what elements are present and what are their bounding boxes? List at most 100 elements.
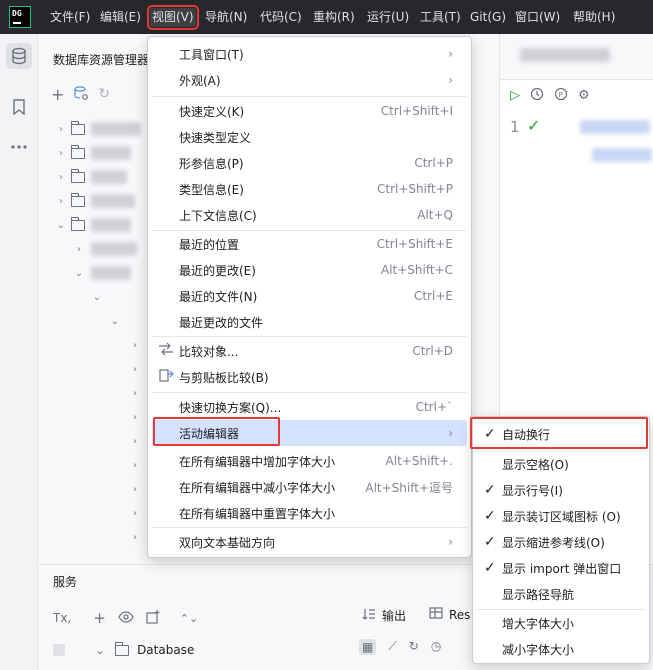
- menu-item-compare-with-clipboard[interactable]: 与剪贴板比较(B): [152, 364, 467, 390]
- tree-row[interactable]: ⌄: [73, 261, 131, 285]
- new-tab-icon[interactable]: [146, 609, 160, 627]
- menu-edit[interactable]: 编辑(E): [98, 8, 143, 27]
- tree-row[interactable]: ⌄: [109, 309, 121, 333]
- menu-item-reset-font-all[interactable]: 在所有编辑器中重置字体大小: [152, 500, 467, 526]
- menu-item-recent-locations[interactable]: 最近的位置 Ctrl+Shift+E: [152, 231, 467, 257]
- menu-tools[interactable]: 工具(T): [418, 8, 463, 27]
- database-icon[interactable]: [6, 43, 32, 69]
- menu-help[interactable]: 帮助(H): [571, 8, 617, 27]
- datagrip-logo-icon[interactable]: DG: [9, 6, 31, 28]
- tree-row[interactable]: ›: [55, 117, 141, 141]
- expand-collapse-icon[interactable]: ⌃⌄: [180, 612, 198, 625]
- tree-row[interactable]: ›: [129, 381, 141, 405]
- check-icon: ✓: [484, 508, 496, 524]
- history-icon[interactable]: [530, 87, 544, 104]
- menu-item-tool-windows[interactable]: 工具窗口(T) ›: [152, 41, 467, 67]
- tree-row[interactable]: ⌄: [55, 213, 131, 237]
- menu-view[interactable]: 视图(V): [147, 5, 199, 30]
- tree-row[interactable]: ›: [129, 357, 141, 381]
- menu-item-type-info[interactable]: 类型信息(E) Ctrl+Shift+P: [152, 176, 467, 202]
- tree-row[interactable]: ›: [129, 333, 141, 357]
- menu-item-context-info[interactable]: 上下文信息(C) Alt+Q: [152, 202, 467, 228]
- submenu-item-show-line-numbers[interactable]: ✓ 显示行号(I): [476, 477, 646, 503]
- folder-icon: [71, 216, 85, 231]
- tree-row[interactable]: ›: [129, 453, 141, 477]
- tree-row[interactable]: ›: [129, 405, 141, 429]
- tree-row[interactable]: ›: [129, 429, 141, 453]
- eye-icon[interactable]: [118, 610, 134, 626]
- menu-item-label: 快速定义(K): [179, 104, 245, 119]
- explorer-toolbar: + ↻: [51, 82, 110, 106]
- menu-item-label: 类型信息(E): [179, 182, 244, 197]
- editor-text-obscured: [592, 148, 652, 162]
- tree-row[interactable]: ›: [73, 237, 137, 261]
- add-icon[interactable]: +: [93, 609, 106, 627]
- submenu-item-decrease-font[interactable]: 减小字体大小: [476, 636, 646, 662]
- menu-item-quick-definition[interactable]: 快速定义(K) Ctrl+Shift+I: [152, 98, 467, 124]
- menu-item-appearance[interactable]: 外观(A) ›: [152, 67, 467, 93]
- editor-toolbar: ▷ P ⚙: [500, 80, 653, 110]
- menu-git[interactable]: Git(G): [468, 8, 508, 27]
- tree-row[interactable]: ›: [129, 525, 141, 549]
- tree-row[interactable]: ›: [129, 501, 141, 525]
- datasource-properties-icon[interactable]: [74, 85, 89, 103]
- add-icon[interactable]: +: [51, 85, 64, 104]
- tree-row[interactable]: ›: [55, 189, 135, 213]
- menu-item-label: 快速切换方案(Q)...: [179, 400, 282, 415]
- chevron-right-icon: ›: [59, 171, 63, 183]
- chart-icon[interactable]: ⟋: [388, 639, 396, 655]
- menu-item-increase-font-all[interactable]: 在所有编辑器中增加字体大小 Alt+Shift+.: [152, 448, 467, 474]
- grid-view-icon[interactable]: ▦: [359, 639, 377, 655]
- explorer-title: 数据库资源管理器: [53, 53, 150, 67]
- submenu-item-show-indent-guides[interactable]: ✓ 显示缩进参考线(O): [476, 529, 646, 555]
- tree-row[interactable]: ⌄: [91, 285, 103, 309]
- tab-output[interactable]: 输出: [362, 607, 406, 624]
- submenu-item-show-whitespaces[interactable]: 显示空格(O): [476, 451, 646, 477]
- chevron-right-icon: ›: [133, 483, 137, 495]
- refresh-icon[interactable]: ↻: [98, 86, 110, 102]
- menu-item-recently-changed-files[interactable]: 最近更改的文件: [152, 309, 467, 335]
- menu-file[interactable]: 文件(F): [48, 8, 92, 27]
- tx-mode-label[interactable]: Tx,: [53, 611, 71, 625]
- tree-row[interactable]: ›: [129, 477, 141, 501]
- folder-icon: [71, 192, 85, 207]
- menu-refactor[interactable]: 重构(R): [311, 8, 357, 27]
- submenu-item-show-breadcrumbs[interactable]: 显示路径导航: [476, 581, 646, 607]
- plan-icon[interactable]: P: [554, 87, 568, 104]
- menu-item-decrease-font-all[interactable]: 在所有编辑器中减小字体大小 Alt+Shift+逗号: [152, 474, 467, 500]
- menu-run[interactable]: 运行(U): [365, 8, 411, 27]
- tree-row[interactable]: ›: [55, 165, 127, 189]
- submenu-item-label: 显示路径导航: [502, 587, 575, 602]
- submenu-item-soft-wrap[interactable]: ✓ 自动换行: [476, 421, 646, 447]
- tree-row[interactable]: ›: [55, 141, 131, 165]
- more-icon[interactable]: [6, 134, 32, 160]
- menu-navigate[interactable]: 导航(N): [203, 8, 249, 27]
- tab-result[interactable]: Res: [429, 607, 470, 622]
- menu-item-compare-with[interactable]: 比较对象... Ctrl+D: [152, 338, 467, 364]
- submenu-item-increase-font[interactable]: 增大字体大小: [476, 610, 646, 636]
- services-tree-row[interactable]: ⌄ Database: [53, 641, 194, 657]
- bookmark-icon[interactable]: [6, 94, 32, 120]
- table-icon: [429, 607, 443, 622]
- menu-item-quick-switch-scheme[interactable]: 快速切换方案(Q)... Ctrl+`: [152, 394, 467, 420]
- menu-item-recent-files[interactable]: 最近的文件(N) Ctrl+E: [152, 283, 467, 309]
- menu-code[interactable]: 代码(C): [258, 8, 304, 27]
- menu-item-bidi-text-direction[interactable]: 双向文本基础方向 ›: [152, 529, 467, 555]
- refresh-icon[interactable]: ↻: [409, 639, 419, 655]
- checkbox[interactable]: [53, 644, 65, 656]
- submenu-item-show-gutter-icons[interactable]: ✓ 显示装订区域图标 (O): [476, 503, 646, 529]
- menu-item-recent-changes[interactable]: 最近的更改(E) Alt+Shift+C: [152, 257, 467, 283]
- editor-tab-obscured[interactable]: [520, 48, 610, 62]
- menu-item-active-editor[interactable]: 活动编辑器 ›: [152, 420, 467, 446]
- submenu-item-show-import-popup[interactable]: ✓ 显示 import 弹出窗口: [476, 555, 646, 581]
- menu-item-quick-type-definition[interactable]: 快速类型定义: [152, 124, 467, 150]
- history-icon[interactable]: ◷: [431, 639, 441, 655]
- editor-text-obscured: [580, 120, 650, 134]
- check-icon: ✓: [484, 560, 496, 576]
- menu-item-shortcut: Alt+Shift+C: [380, 263, 453, 277]
- editor-gutter: 1 ✓: [500, 112, 570, 212]
- run-icon[interactable]: ▷: [510, 88, 520, 103]
- menu-window[interactable]: 窗口(W): [513, 8, 562, 27]
- gear-icon[interactable]: ⚙: [578, 88, 590, 103]
- menu-item-parameter-info[interactable]: 形参信息(P) Ctrl+P: [152, 150, 467, 176]
